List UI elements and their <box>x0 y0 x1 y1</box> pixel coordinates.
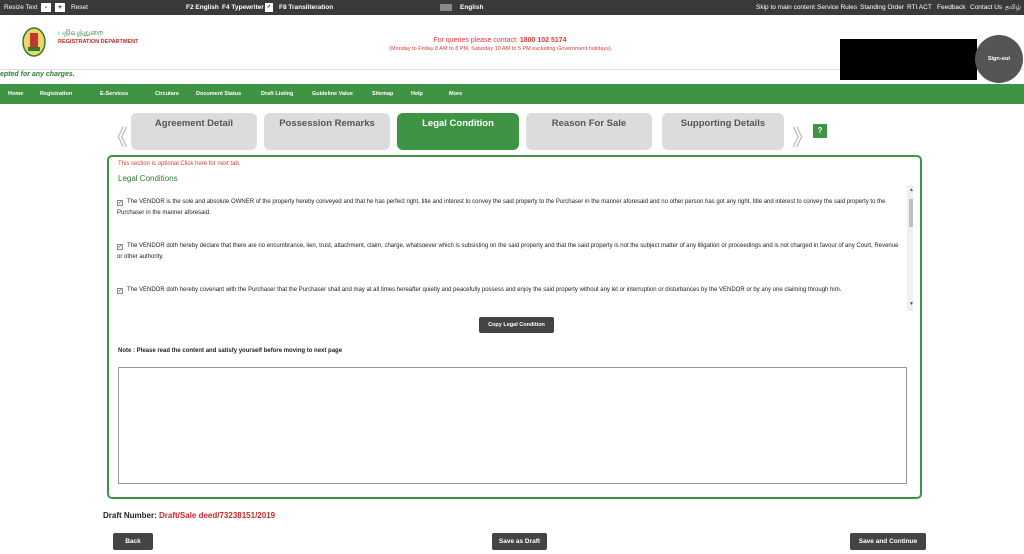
condition-text: The VENDOR doth hereby declare that ther… <box>117 243 899 260</box>
f2-english-option[interactable]: F2 English <box>186 0 219 15</box>
f8-transliteration-option[interactable]: F8 Transliteration <box>279 0 333 15</box>
nav-item-guideline-value[interactable]: Guideline Value <box>312 84 353 104</box>
save-as-draft-button[interactable]: Save as Draft <box>492 533 547 550</box>
helpline-number: 1800 102 5174 <box>519 37 567 44</box>
conditions-list: ✓ The VENDOR is the sole and absolute OWN… <box>117 185 913 311</box>
save-and-continue-button[interactable]: Save and Continue <box>850 533 926 550</box>
legal-condition-panel: This section is optional Click here for … <box>107 155 922 499</box>
previous-tab-arrow[interactable]: 《 <box>106 120 128 152</box>
tab-agreement-detail[interactable]: Agreement Detail <box>131 113 257 150</box>
sign-out-button[interactable]: Sign-out <box>975 35 1023 83</box>
nav-item-circulars[interactable]: Circulars <box>155 84 179 104</box>
decrease-text-button[interactable]: - <box>41 3 51 12</box>
nav-item-more[interactable]: More <box>449 84 462 104</box>
tamil-department-title: பதிவுத்துறை <box>58 28 104 37</box>
condition-item: ✓ The VENDOR doth hereby declare that the… <box>117 241 902 263</box>
condition-checkbox[interactable]: ✓ <box>117 244 123 250</box>
draft-number-label: Draft Number: <box>103 511 157 520</box>
condition-item: ✓ The VENDOR is the sole and absolute OWN… <box>117 197 902 219</box>
reset-text-link[interactable]: Reset <box>71 0 88 15</box>
draft-number: Draft Number: Draft/Sale deed/73238151/2… <box>103 511 275 520</box>
condition-item: ✓ The VENDOR doth hereby covenant with th… <box>117 285 902 296</box>
read-content-note: Note : Please read the content and satis… <box>118 348 343 354</box>
main-navigation: Home Registration E-Services Circulars D… <box>0 84 1024 104</box>
site-header: பதிவுத்துறை REGISTRATION DEPARTMENT For … <box>0 15 1024 83</box>
resize-text-label: Resize Text <box>4 4 38 11</box>
condition-checkbox[interactable]: ✓ <box>117 288 123 294</box>
nav-item-help[interactable]: Help <box>411 84 423 104</box>
nav-item-sitemap[interactable]: Sitemap <box>372 84 393 104</box>
tab-reason-for-sale[interactable]: Reason For Sale <box>526 113 652 150</box>
back-button[interactable]: Back <box>113 533 153 550</box>
nav-item-e-services[interactable]: E-Services <box>100 84 128 104</box>
emblem-logo-icon <box>22 27 46 57</box>
nav-item-draft-listing[interactable]: Draft Listing <box>261 84 293 104</box>
nav-item-document-status[interactable]: Document Status <box>196 84 241 104</box>
optional-section-link[interactable]: This section is optional Click here for … <box>118 161 240 167</box>
tab-supporting-details[interactable]: Supporting Details <box>662 113 784 150</box>
top-utility-bar: Resize Text - + Reset F2 English F4 Type… <box>0 0 1024 15</box>
redacted-user-info <box>840 39 977 80</box>
keyboard-icon <box>440 4 452 11</box>
nav-item-home[interactable]: Home <box>8 84 23 104</box>
standing-order-link[interactable]: Standing Order <box>860 0 904 15</box>
tab-legal-condition[interactable]: Legal Condition <box>397 113 519 150</box>
next-tab-arrow[interactable]: 》 <box>792 120 814 152</box>
nav-item-registration[interactable]: Registration <box>40 84 72 104</box>
help-icon[interactable]: ? <box>813 124 827 138</box>
copy-legal-condition-button[interactable]: Copy Legal Condition <box>479 317 554 333</box>
conditions-scrollbar[interactable]: ▲ ▼ <box>907 185 913 311</box>
draft-number-value: Draft/Sale deed/73238151/2019 <box>159 511 276 520</box>
query-prefix: For queries please contact: <box>433 37 518 44</box>
department-title: REGISTRATION DEPARTMENT <box>58 39 139 45</box>
service-rules-link[interactable]: Service Rules <box>817 0 857 15</box>
skip-to-content-link[interactable]: Skip to main content <box>756 0 815 15</box>
tab-possession-remarks[interactable]: Possession Remarks <box>264 113 390 150</box>
f4-typewriter-option[interactable]: F4 Typewriter <box>222 0 264 15</box>
feedback-link[interactable]: Feedback <box>937 0 966 15</box>
legal-condition-textarea[interactable] <box>118 367 907 484</box>
tamil-language-link[interactable]: தமிழ் <box>1005 0 1021 15</box>
helpline-timings: (Monday to Friday 8 AM to 8 PM, Saturday… <box>389 46 611 52</box>
contact-us-link[interactable]: Contact Us <box>970 0 1002 15</box>
query-contact: For queries please contact: 1800 102 517… <box>380 37 620 44</box>
rti-act-link[interactable]: RTI ACT <box>907 0 932 15</box>
scroll-down-icon[interactable]: ▼ <box>909 301 913 307</box>
typewriter-checkbox[interactable]: ✓ <box>265 3 273 12</box>
condition-checkbox[interactable]: ✓ <box>117 200 123 206</box>
condition-text: The VENDOR doth hereby covenant with the… <box>127 287 842 293</box>
increase-text-button[interactable]: + <box>55 3 65 12</box>
legal-conditions-heading: Legal Conditions <box>118 174 178 183</box>
condition-text: The VENDOR is the sole and absolute OWNE… <box>117 199 886 216</box>
scroll-up-icon[interactable]: ▲ <box>909 187 913 193</box>
language-english-label: English <box>460 4 484 11</box>
scrollbar-thumb[interactable] <box>909 199 913 227</box>
news-ticker: epted for any charges. <box>0 71 75 78</box>
